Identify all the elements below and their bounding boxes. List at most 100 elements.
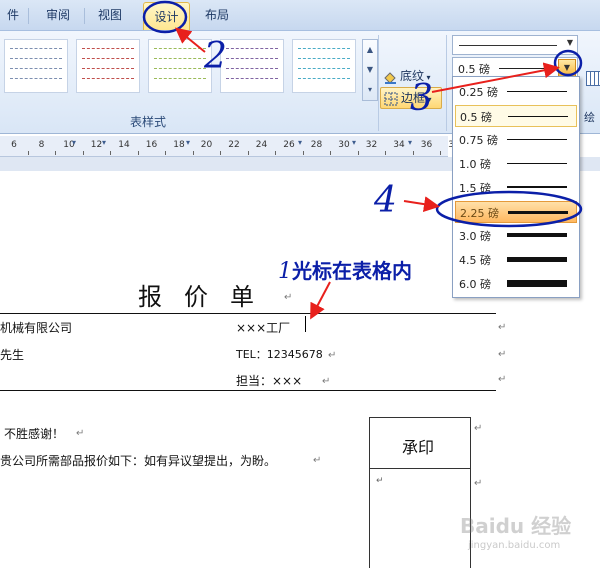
table-style-gallery [0, 39, 376, 99]
ruler-column-marker[interactable]: ▾ [408, 138, 412, 147]
supplier-tel[interactable]: TEL：12345678 [236, 346, 323, 362]
table-style-red[interactable] [76, 39, 140, 93]
ruler-tick: 36 [420, 140, 433, 150]
ruler-tick: 32 [365, 140, 378, 150]
tab-file[interactable]: 件 [0, 0, 26, 30]
pen-weight-option[interactable]: 2.25 磅 [455, 201, 577, 223]
ruler-mark [302, 151, 304, 155]
paragraph-mark: ↵ [328, 350, 337, 361]
group-separator [446, 35, 447, 131]
table-bottom-border [0, 390, 496, 391]
customer-company[interactable]: 机械有限公司 [0, 319, 72, 336]
body-thanks[interactable]: 不胜感谢！ [4, 425, 64, 442]
pen-weight-option[interactable]: 3.0 磅 [455, 225, 575, 245]
ruler-tick: 20 [200, 140, 213, 150]
paragraph-mark: ↵ [322, 376, 331, 387]
table-top-border [0, 313, 496, 314]
draw-table-icon[interactable] [586, 71, 600, 86]
ruler-column-marker[interactable]: ▾ [352, 138, 356, 147]
tab-design[interactable]: 设计 [143, 2, 190, 33]
ruler-tick: 22 [228, 140, 240, 150]
pen-weight-sample-line [507, 163, 567, 164]
pen-weight-option-label: 3.0 磅 [459, 230, 491, 243]
tab-review[interactable]: 审阅 [34, 0, 82, 30]
body-quote-intro[interactable]: 贵公司所需部品报价如下：如有异议望提出，为盼。 [0, 452, 276, 469]
pen-weight-option-label: 1.0 磅 [459, 158, 491, 171]
pen-weight-sample-line [507, 257, 567, 262]
ruler-tick: 8 [38, 140, 45, 150]
ruler-mark [385, 151, 387, 155]
draw-table-area: 绘 [584, 67, 600, 127]
baidu-watermark: Baidu 经验 [460, 514, 572, 538]
pen-weight-sample-line [507, 91, 567, 92]
pen-weight-option-label: 0.25 磅 [459, 86, 498, 99]
chevron-down-icon[interactable]: ▼ [363, 60, 377, 79]
pen-weight-option-label: 6.0 磅 [459, 278, 491, 291]
pen-weight-sample-line [507, 233, 567, 237]
border-grid-icon [384, 92, 398, 106]
group-label-table-styles: 表样式 [129, 115, 166, 129]
ruler-column-marker[interactable]: ▾ [102, 138, 106, 147]
pen-weight-option[interactable]: 6.0 磅 [455, 273, 575, 293]
paragraph-mark: ↵ [76, 428, 85, 439]
ruler-mark [110, 151, 112, 155]
ruler-tick: 18 [173, 140, 185, 150]
paragraph-mark: ↵ [313, 455, 322, 466]
ruler-tick: 16 [145, 140, 158, 150]
ruler-mark [412, 151, 414, 155]
ribbon-tab-bar: 件 审阅 视图 设计 布局 [0, 0, 600, 33]
annotation-step-4: 4 [374, 180, 397, 221]
row-end-mark: ↵ [498, 322, 507, 333]
pen-weight-option[interactable]: 0.75 磅 [455, 129, 575, 149]
paragraph-mark: ↵ [376, 476, 384, 486]
horizontal-ruler[interactable]: 6810121416182022242628303234363840▾▾▾▾▾▾ [0, 136, 497, 157]
pen-weight-option[interactable]: 1.0 磅 [455, 153, 575, 173]
pen-weight-option[interactable]: 1.5 磅 [455, 177, 575, 197]
pen-weight-option[interactable]: 4.5 磅 [455, 249, 575, 269]
table-style-green[interactable] [148, 39, 212, 93]
pen-weight-option-label: 4.5 磅 [459, 254, 491, 267]
annotation-step-1-number: 1 [278, 259, 292, 284]
supplier-name[interactable]: ×××工厂 [236, 319, 290, 336]
customer-contact[interactable]: 先生 [0, 346, 24, 363]
pen-weight-option[interactable]: 0.25 磅 [455, 81, 575, 101]
stamp-title: 承印 [402, 438, 435, 457]
annotation-step-1: 1光标在表格内 [278, 255, 412, 284]
ruler-tick: 6 [11, 140, 17, 150]
pen-weight-dropdown-arrow[interactable]: ▼ [558, 59, 576, 77]
supplier-contact[interactable]: 担当：××× [236, 372, 302, 389]
ruler-mark [220, 151, 222, 155]
more-icon[interactable]: ▾ [363, 80, 377, 99]
ruler-mark [330, 151, 332, 155]
paint-bucket-icon [383, 70, 397, 84]
ruler-column-marker[interactable]: ▾ [186, 138, 190, 147]
pen-weight-value: 0.5 磅 [458, 63, 490, 76]
pen-weight-option[interactable]: 0.5 磅 [455, 105, 577, 127]
stamp-divider [370, 468, 470, 469]
chevron-down-icon: ▼ [566, 38, 573, 47]
chevron-up-icon[interactable]: ▲ [363, 40, 377, 59]
pen-weight-list[interactable]: 0.25 磅 0.5 磅 0.75 磅 1.0 磅 1.5 磅 2.25 磅 3.0 磅 4.… [452, 76, 580, 298]
tab-separator [84, 8, 85, 24]
tab-layout[interactable]: 布局 [194, 0, 240, 30]
table-style-teal[interactable] [292, 39, 356, 93]
stamp-table[interactable]: 承印 ↵ [369, 417, 471, 568]
pen-weight-sample-line [507, 139, 567, 140]
ruler-tick: 14 [118, 140, 130, 150]
ruler-column-marker[interactable]: ▾ [72, 138, 76, 147]
baidu-watermark-url: jingyan.baidu.com [468, 540, 561, 551]
ruler-mark [247, 151, 249, 155]
gallery-scroll[interactable]: ▲ ▼ ▾ [362, 39, 378, 101]
table-style-purple[interactable] [220, 39, 284, 93]
group-separator [378, 35, 379, 131]
tab-separator [28, 8, 29, 24]
table-style-plain[interactable] [4, 39, 68, 93]
row-end-mark: ↵ [474, 478, 483, 489]
annotation-step-3: 3 [410, 78, 433, 119]
pen-style-dropdown[interactable]: ▼ [452, 35, 578, 55]
pen-weight-sample-line [508, 211, 568, 214]
tab-view[interactable]: 视图 [88, 0, 132, 30]
ruler-mark [192, 151, 194, 155]
ruler-column-marker[interactable]: ▾ [298, 138, 302, 147]
draw-table-label: 绘 [584, 111, 595, 124]
